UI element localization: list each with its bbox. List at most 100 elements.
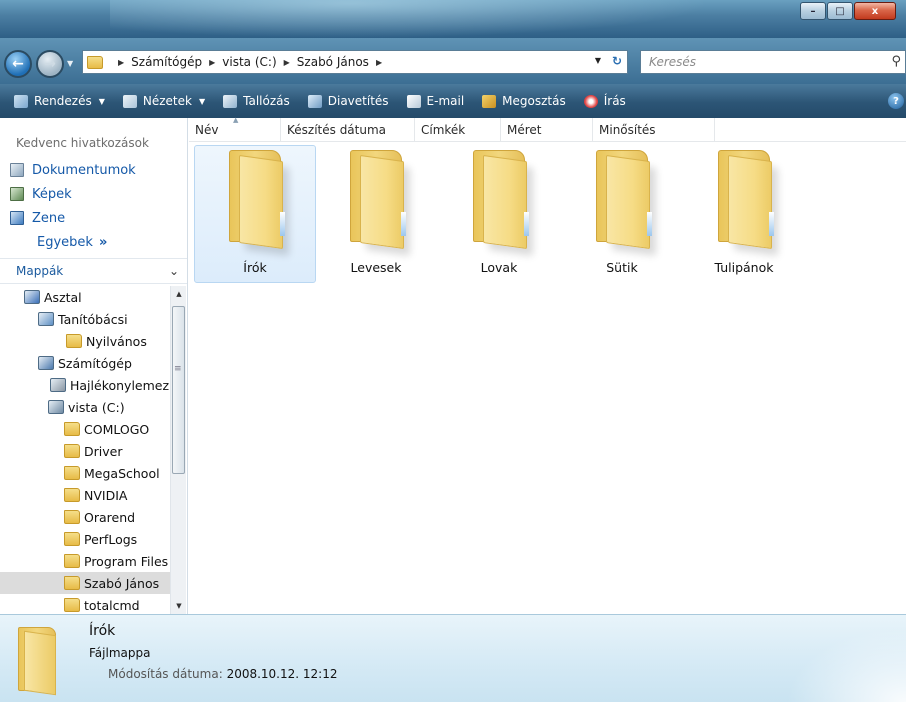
breadcrumb-drive[interactable]: vista (C:) <box>222 55 276 69</box>
folder-icon <box>66 334 82 348</box>
favorite-pictures[interactable]: Képek <box>10 182 136 206</box>
folder-tree-item[interactable]: Orarend <box>0 506 170 528</box>
column-label: Készítés dátuma <box>287 123 387 137</box>
back-button[interactable]: ← <box>4 50 32 78</box>
folder-tree-item[interactable]: Tanítóbácsi <box>0 308 170 330</box>
folder-tree-item[interactable]: NVIDIA <box>0 484 170 506</box>
burn-button[interactable]: Írás <box>583 94 626 108</box>
folder-icon <box>64 488 80 502</box>
column-name[interactable]: Név ▲ <box>189 116 281 142</box>
folder-item[interactable]: Levesek <box>315 145 437 283</box>
folder-tree-item[interactable]: MegaSchool <box>0 462 170 484</box>
folder-tree-item[interactable]: Szabó János <box>0 572 170 594</box>
folder-item[interactable]: Lovak <box>438 145 560 283</box>
slideshow-label: Diavetítés <box>327 94 389 108</box>
computer-icon <box>38 356 54 370</box>
folder-tree-item-label: COMLOGO <box>84 421 150 437</box>
folder-tree-item[interactable]: Asztal <box>0 286 170 308</box>
help-icon[interactable]: ? <box>888 93 904 109</box>
folder-tree-item[interactable]: Hajlékonylemez <box>0 374 170 396</box>
breadcrumb-separator[interactable]: ▶ <box>202 58 222 67</box>
title-bar-glow <box>110 0 710 38</box>
views-icon <box>122 94 137 108</box>
maximize-button[interactable]: □ <box>827 2 853 20</box>
slideshow-button[interactable]: Diavetítés <box>307 94 389 108</box>
more-label: Egyebek <box>37 234 93 250</box>
breadcrumb-computer[interactable]: Számítógép <box>131 55 202 69</box>
folder-tree-item[interactable]: Számítógép <box>0 352 170 374</box>
breadcrumb-separator[interactable]: ▶ <box>369 58 389 67</box>
disc-burn-icon <box>583 94 598 108</box>
file-list: Írók Levesek Lovak Sütik Tulipánok <box>189 142 906 614</box>
scroll-up-icon[interactable]: ▲ <box>171 286 187 302</box>
folder-tree-item-label: MegaSchool <box>84 465 160 481</box>
scrollbar-thumb[interactable] <box>172 306 185 474</box>
forward-arrow-icon: → <box>44 56 56 72</box>
email-button[interactable]: E-mail <box>406 94 464 108</box>
folder-icon <box>64 532 80 546</box>
address-dropdown-icon[interactable]: ▼ <box>595 56 601 65</box>
folder-tree-item-label: PerfLogs <box>84 531 138 547</box>
folder-item[interactable]: Írók <box>194 145 316 283</box>
pictures-icon <box>10 187 24 201</box>
search-input[interactable]: Keresés ⚲ <box>640 50 906 74</box>
folder-tree-item[interactable]: Program Files <box>0 550 170 572</box>
folder-tree-item[interactable]: Driver <box>0 440 170 462</box>
folder-icon <box>64 422 80 436</box>
folder-tree-item[interactable]: Nyilvános <box>0 330 170 352</box>
favorite-links-header: Kedvenc hivatkozások <box>16 136 149 150</box>
chevron-down-icon[interactable]: ⌄ <box>169 264 179 278</box>
recent-pages-dropdown[interactable]: ▼ <box>67 59 73 68</box>
minimize-button[interactable]: – <box>800 2 826 20</box>
refresh-icon[interactable]: ↻ <box>612 54 622 68</box>
column-label: Név <box>195 123 219 137</box>
user-folder-icon <box>38 312 54 326</box>
breadcrumb-user-folder[interactable]: Szabó János <box>297 55 369 69</box>
favorite-documents[interactable]: Dokumentumok <box>10 158 136 182</box>
column-size[interactable]: Méret <box>501 118 593 142</box>
column-date-created[interactable]: Készítés dátuma <box>281 118 415 142</box>
folder-item-label: Sütik <box>606 260 638 275</box>
folder-tree-item[interactable]: totalcmd <box>0 594 170 614</box>
share-button[interactable]: Megosztás <box>482 94 566 108</box>
folder-tree-scrollbar[interactable]: ▲ ≡ ▼ <box>170 286 186 614</box>
scroll-down-icon[interactable]: ▼ <box>171 598 187 614</box>
folder-item[interactable]: Tulipánok <box>683 145 805 283</box>
breadcrumb-root-arrow[interactable]: ▶ <box>111 58 131 67</box>
favorite-label: Képek <box>32 186 72 202</box>
folder-icon <box>336 150 416 250</box>
address-row: ← → ▼ ▶ Számítógép ▶ vista (C:) ▶ Szabó … <box>0 38 906 84</box>
double-chevron-icon: » <box>98 234 108 250</box>
envelope-icon <box>406 94 421 108</box>
column-tags[interactable]: Címkék <box>415 118 501 142</box>
folders-header[interactable]: Mappák ⌄ <box>0 258 187 284</box>
column-label: Méret <box>507 123 542 137</box>
favorite-more-link[interactable]: Egyebek » <box>10 230 136 254</box>
close-button[interactable]: x <box>854 2 896 20</box>
explore-icon <box>223 94 238 108</box>
views-button[interactable]: Nézetek ▼ <box>122 94 206 108</box>
favorite-music[interactable]: Zene <box>10 206 136 230</box>
address-bar[interactable]: ▶ Számítógép ▶ vista (C:) ▶ Szabó János … <box>82 50 628 74</box>
desktop-icon <box>24 290 40 304</box>
folder-item[interactable]: Sütik <box>561 145 683 283</box>
folder-tree-item[interactable]: vista (C:) <box>0 396 170 418</box>
explore-button[interactable]: Tallózás <box>223 94 290 108</box>
search-icon[interactable]: ⚲ <box>891 54 901 69</box>
organize-button[interactable]: Rendezés ▼ <box>14 94 105 108</box>
breadcrumb-separator[interactable]: ▶ <box>277 58 297 67</box>
folder-tree-item-label: Program Files <box>84 553 169 569</box>
floppy-drive-icon <box>50 378 66 392</box>
column-rating[interactable]: Minősítés <box>593 118 715 142</box>
folder-tree-item-label: Driver <box>84 443 123 459</box>
folder-tree-item-label: Orarend <box>84 509 136 525</box>
forward-button[interactable]: → <box>36 50 64 78</box>
folder-tree-item[interactable]: COMLOGO <box>0 418 170 440</box>
folder-tree-item-label: Tanítóbácsi <box>58 311 128 327</box>
folder-tree: Asztal Tanítóbácsi Nyilvános Számítógép Hajl… <box>0 286 170 614</box>
views-label: Nézetek <box>142 94 192 108</box>
folder-tree-item[interactable]: PerfLogs <box>0 528 170 550</box>
hard-drive-icon <box>48 400 64 414</box>
scrollbar-grip-icon: ≡ <box>174 364 182 374</box>
chevron-down-icon: ▼ <box>198 96 206 106</box>
